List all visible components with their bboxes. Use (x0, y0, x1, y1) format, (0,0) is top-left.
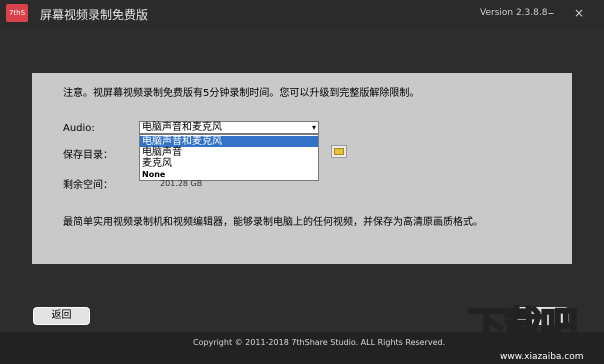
trial-notice: 注意。视屏幕视频录制免费版有5分钟录制时间。您可以升级到完整版解除限制。 (63, 88, 420, 99)
audio-select[interactable]: 电脑声音和麦克风 ▾ (139, 121, 319, 134)
audio-dropdown-list: 电脑声音和麦克风 电脑声音 麦克风 None (139, 134, 319, 181)
version-label: Version 2.3.8.8 (480, 8, 548, 18)
audio-option-computer[interactable]: 电脑声音 (140, 147, 318, 158)
minimize-button[interactable]: – (548, 6, 554, 20)
audio-option-computer-and-mic[interactable]: 电脑声音和麦克风 (140, 136, 318, 147)
free-space-value: 201.28 GB (160, 179, 203, 188)
app-title: 屏幕视频录制免费版 (40, 8, 149, 22)
save-dir-label: 保存目录： (63, 150, 113, 161)
watermark-url: www.xiazaiba.com (500, 352, 584, 362)
copyright-text: Copyright © 2011-2018 7thShare Studio. A… (193, 338, 446, 347)
free-space-label: 剩余空间： (63, 180, 113, 191)
browse-folder-button[interactable] (331, 145, 347, 158)
audio-select-value: 电脑声音和麦克风 (142, 122, 222, 133)
close-button[interactable]: × (574, 6, 584, 20)
product-description: 最简单实用视频录制机和视频编辑器，能够录制电脑上的任何视频，并保存为高清原画质格… (63, 217, 483, 228)
audio-option-mic[interactable]: 麦克风 (140, 158, 318, 169)
folder-icon (334, 148, 344, 155)
audio-label: Audio: (63, 123, 95, 134)
title-bar: 7thS 屏幕视频录制免费版 Version 2.3.8.8 – × (0, 0, 604, 28)
chevron-down-icon[interactable]: ▾ (312, 122, 316, 133)
app-logo-icon: 7thS (6, 4, 28, 22)
back-button[interactable]: 返回 (33, 307, 90, 325)
watermark-logo: 下载吧 www.xiazaiba.com (467, 302, 604, 364)
watermark-text: 下载吧 (467, 303, 579, 349)
